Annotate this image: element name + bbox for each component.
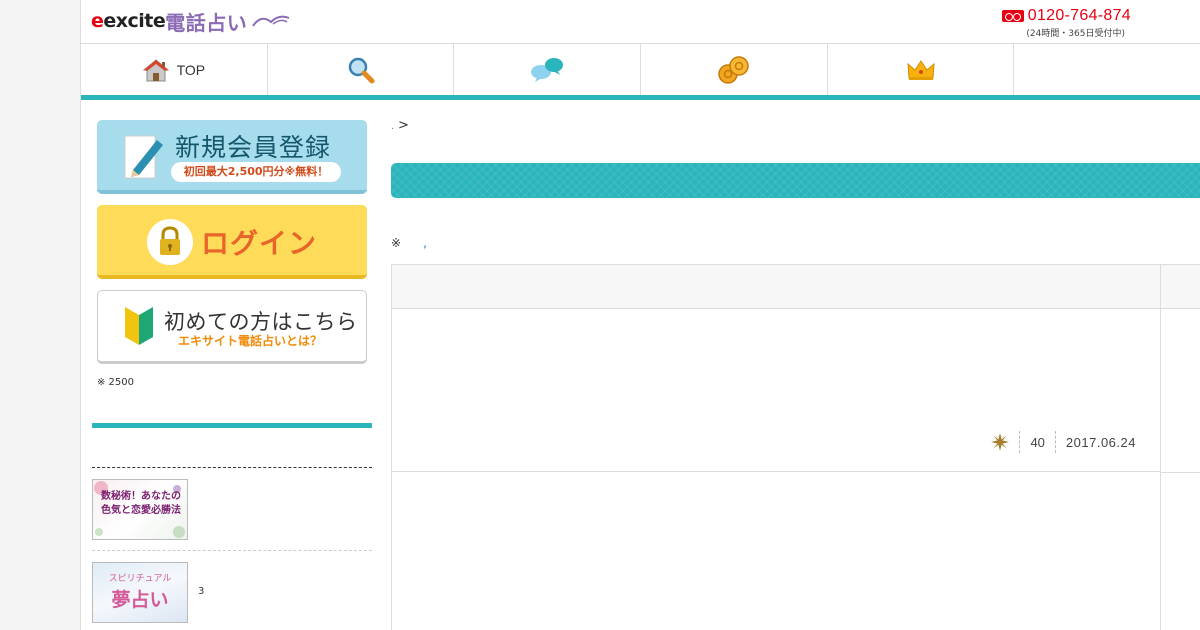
- row-divider: [1160, 472, 1200, 473]
- nav-item-more[interactable]: [1014, 44, 1200, 95]
- nav-item-chat[interactable]: [454, 44, 642, 95]
- crown-icon: [907, 59, 935, 80]
- phone-contact: 0120-764-874 (24時間・365日受付中): [1001, 7, 1131, 39]
- post-date: 2017.06.24: [1065, 434, 1136, 450]
- sidebar-divider: [92, 550, 372, 551]
- register-title: 新規会員登録: [175, 133, 332, 162]
- nav-item-coins[interactable]: [641, 44, 828, 95]
- fortune-teller-table: 40 2017.06.24: [391, 264, 1200, 630]
- article-thumbnail-caption: スピリチュアル: [108, 574, 172, 584]
- sun-star-icon: [991, 433, 1010, 451]
- table-header: [392, 265, 1200, 309]
- global-nav: TOP: [81, 44, 1200, 100]
- home-icon: [142, 58, 169, 81]
- register-button[interactable]: 新規会員登録 初回最大2,500円分※無料！: [97, 120, 367, 194]
- review-count: 40: [1030, 434, 1045, 450]
- first-time-subtitle: エキサイト電話占いとは？: [178, 334, 323, 348]
- meta-separator: [1054, 431, 1056, 453]
- beginner-mark-icon: [125, 307, 153, 345]
- coins-icon: [718, 55, 749, 84]
- note-mark: ※: [391, 236, 402, 250]
- breadcrumb: . >: [391, 118, 409, 133]
- search-icon: [348, 57, 375, 83]
- lock-icon: [160, 226, 180, 255]
- page-title-bar: [391, 163, 1200, 198]
- page: eexcite 電話占い 0120-764-874 (24時間・365日受付中): [80, 0, 1200, 630]
- article-thumbnail-text: 数秘術！あなたの色気と恋愛必勝法: [101, 491, 181, 516]
- freedial-icon: [1001, 10, 1024, 22]
- sidebar-note: ※ 2500: [97, 377, 135, 388]
- first-time-button[interactable]: 初めての方はこちら エキサイト電話占いとは？: [97, 290, 367, 364]
- logo-brand: eexcite: [91, 10, 166, 32]
- nav-item-top[interactable]: TOP: [81, 44, 268, 95]
- meta-separator: [1019, 431, 1021, 453]
- sidebar-section-bar: [92, 423, 372, 428]
- article-thumbnail[interactable]: 数秘術！あなたの色気と恋愛必勝法: [92, 479, 188, 540]
- row-meta: 40 2017.06.24: [991, 431, 1136, 453]
- phone-hours-note: (24時間・365日受付中): [1026, 29, 1125, 39]
- nav-item-search[interactable]: [268, 44, 455, 95]
- note-link[interactable]: ,: [423, 236, 427, 250]
- chat-bubbles-icon: [531, 57, 564, 82]
- article-thumbnail[interactable]: スピリチュアル 夢占い: [92, 562, 188, 623]
- wing-icon: [252, 15, 290, 27]
- article-count: 3: [198, 586, 205, 597]
- sidebar-divider: [92, 467, 372, 468]
- breadcrumb-separator: >: [398, 118, 409, 133]
- main-note: ※,: [391, 236, 427, 250]
- breadcrumb-home-link[interactable]: .: [391, 122, 394, 132]
- article-thumbnail-title: 夢占い: [111, 589, 169, 611]
- column-divider: [1160, 265, 1161, 630]
- logo-brand-text: excite: [103, 10, 166, 32]
- nav-item-ranking[interactable]: [828, 44, 1015, 95]
- phone-number[interactable]: 0120-764-874: [1028, 7, 1131, 25]
- login-button[interactable]: ログイン: [97, 205, 367, 279]
- lock-icon-bg: [147, 219, 193, 265]
- table-row[interactable]: 40 2017.06.24: [392, 309, 1160, 472]
- nav-label-top: TOP: [176, 61, 206, 78]
- pencil-icon: [124, 135, 163, 179]
- site-header: eexcite 電話占い 0120-764-874 (24時間・365日受付中): [81, 0, 1200, 44]
- register-subtitle: 初回最大2,500円分※無料！: [171, 162, 341, 182]
- logo-service-name: 電話占い: [165, 10, 248, 35]
- site-logo[interactable]: eexcite 電話占い: [91, 6, 291, 36]
- login-label: ログイン: [201, 227, 318, 260]
